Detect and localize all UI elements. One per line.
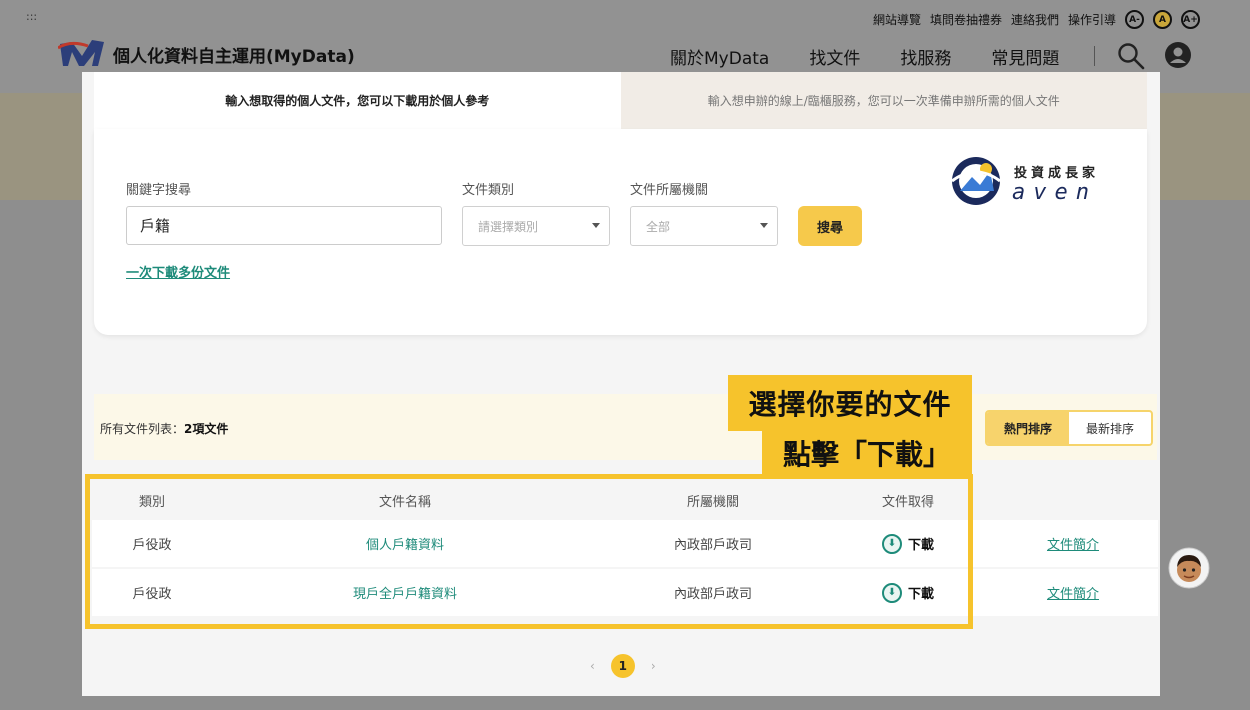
category-placeholder: 請選擇類別 bbox=[478, 219, 539, 234]
doc-name-link[interactable]: 現戶全戶戶籍資料 bbox=[353, 583, 457, 602]
download-label: 下載 bbox=[907, 538, 934, 553]
sort-popular-button[interactable]: 熱門排序 bbox=[987, 412, 1069, 444]
agency-value: 全部 bbox=[646, 219, 671, 234]
row-agency: 內政部戶政司 bbox=[673, 538, 752, 553]
download-button[interactable]: ⬇ 下載 bbox=[828, 520, 988, 567]
brand-name-en: aven bbox=[1012, 180, 1097, 205]
callout-line-1: 選擇你要的文件 bbox=[728, 375, 972, 431]
instruction-callout: 選擇你要的文件 點擊「下載」 bbox=[728, 375, 972, 479]
download-icon: ⬇ bbox=[881, 582, 902, 603]
tab-find-document[interactable]: 輸入想取得的個人文件，您可以下載用於個人參考 bbox=[94, 72, 621, 129]
keyword-input[interactable] bbox=[126, 206, 442, 245]
doc-name-link[interactable]: 個人戶籍資料 bbox=[366, 534, 444, 553]
mydata-logo-icon[interactable] bbox=[58, 38, 106, 68]
guide-link[interactable]: 操作引導 bbox=[1068, 11, 1116, 28]
header-acquire: 文件取得 bbox=[881, 494, 934, 510]
header-doc-name: 文件名稱 bbox=[378, 494, 431, 510]
row-category: 戶役政 bbox=[132, 538, 172, 553]
search-mode-tabs: 輸入想取得的個人文件，您可以下載用於個人參考 輸入想申辦的線上/臨櫃服務，您可以… bbox=[94, 72, 1147, 129]
download-label: 下載 bbox=[907, 587, 934, 602]
download-button[interactable]: ⬇ 下載 bbox=[828, 569, 988, 616]
font-large-button[interactable]: A+ bbox=[1181, 10, 1200, 29]
nav-faq[interactable]: 常見問題 bbox=[991, 44, 1059, 69]
category-label: 文件類別 bbox=[462, 183, 515, 198]
table-row: 戶役政 現戶全戶戶籍資料 內政部戶政司 ⬇ 下載 文件簡介 bbox=[92, 569, 1158, 616]
brand-logo-icon bbox=[951, 157, 1001, 205]
contact-link[interactable]: 連絡我們 bbox=[1011, 11, 1059, 28]
assistant-avatar-icon[interactable] bbox=[1168, 547, 1210, 589]
tab-find-service[interactable]: 輸入想申辦的線上/臨櫃服務，您可以一次準備申辦所需的個人文件 bbox=[620, 72, 1147, 129]
search-card: 關鍵字搜尋 文件類別 請選擇類別 文件所屬機關 全部 搜尋 一次下載多份文件 投… bbox=[94, 129, 1147, 335]
pagination: ‹ 1 › bbox=[590, 654, 656, 678]
sort-toggle: 熱門排序 最新排序 bbox=[985, 410, 1153, 446]
keyword-label: 關鍵字搜尋 bbox=[126, 183, 192, 198]
row-category: 戶役政 bbox=[132, 587, 172, 602]
count-label: 所有文件列表： bbox=[100, 422, 185, 436]
document-list-bar: 所有文件列表：2項文件 熱門排序 最新排序 bbox=[94, 394, 1157, 460]
download-icon: ⬇ bbox=[881, 533, 902, 554]
nav-find-document[interactable]: 找文件 bbox=[809, 44, 860, 69]
chevron-down-icon bbox=[592, 223, 600, 228]
modal-panel: 輸入想取得的個人文件，您可以下載用於個人參考 輸入想申辦的線上/臨櫃服務，您可以… bbox=[82, 72, 1160, 696]
nav-about[interactable]: 關於MyData bbox=[670, 44, 769, 69]
search-icon[interactable] bbox=[1117, 42, 1145, 70]
document-count: 所有文件列表：2項文件 bbox=[100, 420, 228, 437]
count-value: 2項文件 bbox=[184, 422, 229, 436]
document-table: 類別 文件名稱 所屬機關 文件取得 戶役政 個人戶籍資料 內政部戶政司 ⬇ 下載… bbox=[92, 480, 1158, 618]
utility-links: 網站導覽 填問卷抽禮券 連絡我們 操作引導 A- A A+ bbox=[873, 10, 1200, 29]
brand-name-cn: 投資成長家 bbox=[1014, 166, 1100, 181]
prev-page-button[interactable]: ‹ bbox=[590, 659, 595, 673]
category-select[interactable]: 請選擇類別 bbox=[462, 206, 610, 246]
grip-handle[interactable]: ::: bbox=[26, 10, 37, 23]
next-page-button[interactable]: › bbox=[651, 659, 656, 673]
watermark-brand: 投資成長家 aven bbox=[950, 155, 1110, 211]
agency-label: 文件所屬機關 bbox=[630, 183, 709, 198]
callout-line-2: 點擊「下載」 bbox=[762, 427, 972, 479]
multi-download-link[interactable]: 一次下載多份文件 bbox=[126, 262, 230, 281]
doc-intro-link[interactable]: 文件簡介 bbox=[1047, 583, 1099, 602]
sitemap-link[interactable]: 網站導覽 bbox=[873, 11, 921, 28]
survey-link[interactable]: 填問卷抽禮券 bbox=[930, 11, 1002, 28]
doc-intro-link[interactable]: 文件簡介 bbox=[1047, 534, 1099, 553]
row-agency: 內政部戶政司 bbox=[673, 587, 752, 602]
font-small-button[interactable]: A- bbox=[1125, 10, 1144, 29]
page-1-button[interactable]: 1 bbox=[610, 654, 635, 678]
nav-find-service[interactable]: 找服務 bbox=[900, 44, 951, 69]
agency-select[interactable]: 全部 bbox=[630, 206, 778, 246]
table-row: 戶役政 個人戶籍資料 內政部戶政司 ⬇ 下載 文件簡介 bbox=[92, 520, 1158, 567]
table-header: 類別 文件名稱 所屬機關 文件取得 bbox=[92, 480, 1158, 520]
nav-divider bbox=[1094, 46, 1095, 66]
sort-latest-button[interactable]: 最新排序 bbox=[1069, 412, 1151, 444]
header-agency: 所屬機關 bbox=[686, 494, 739, 510]
site-title[interactable]: 個人化資料自主運用(MyData) bbox=[113, 42, 355, 67]
user-account-icon[interactable] bbox=[1164, 41, 1192, 69]
font-medium-button[interactable]: A bbox=[1153, 10, 1172, 29]
main-nav: 關於MyData 找文件 找服務 常見問題 bbox=[670, 44, 1059, 69]
search-button[interactable]: 搜尋 bbox=[798, 206, 862, 246]
chevron-down-icon bbox=[760, 223, 768, 228]
header-category: 類別 bbox=[138, 494, 165, 510]
